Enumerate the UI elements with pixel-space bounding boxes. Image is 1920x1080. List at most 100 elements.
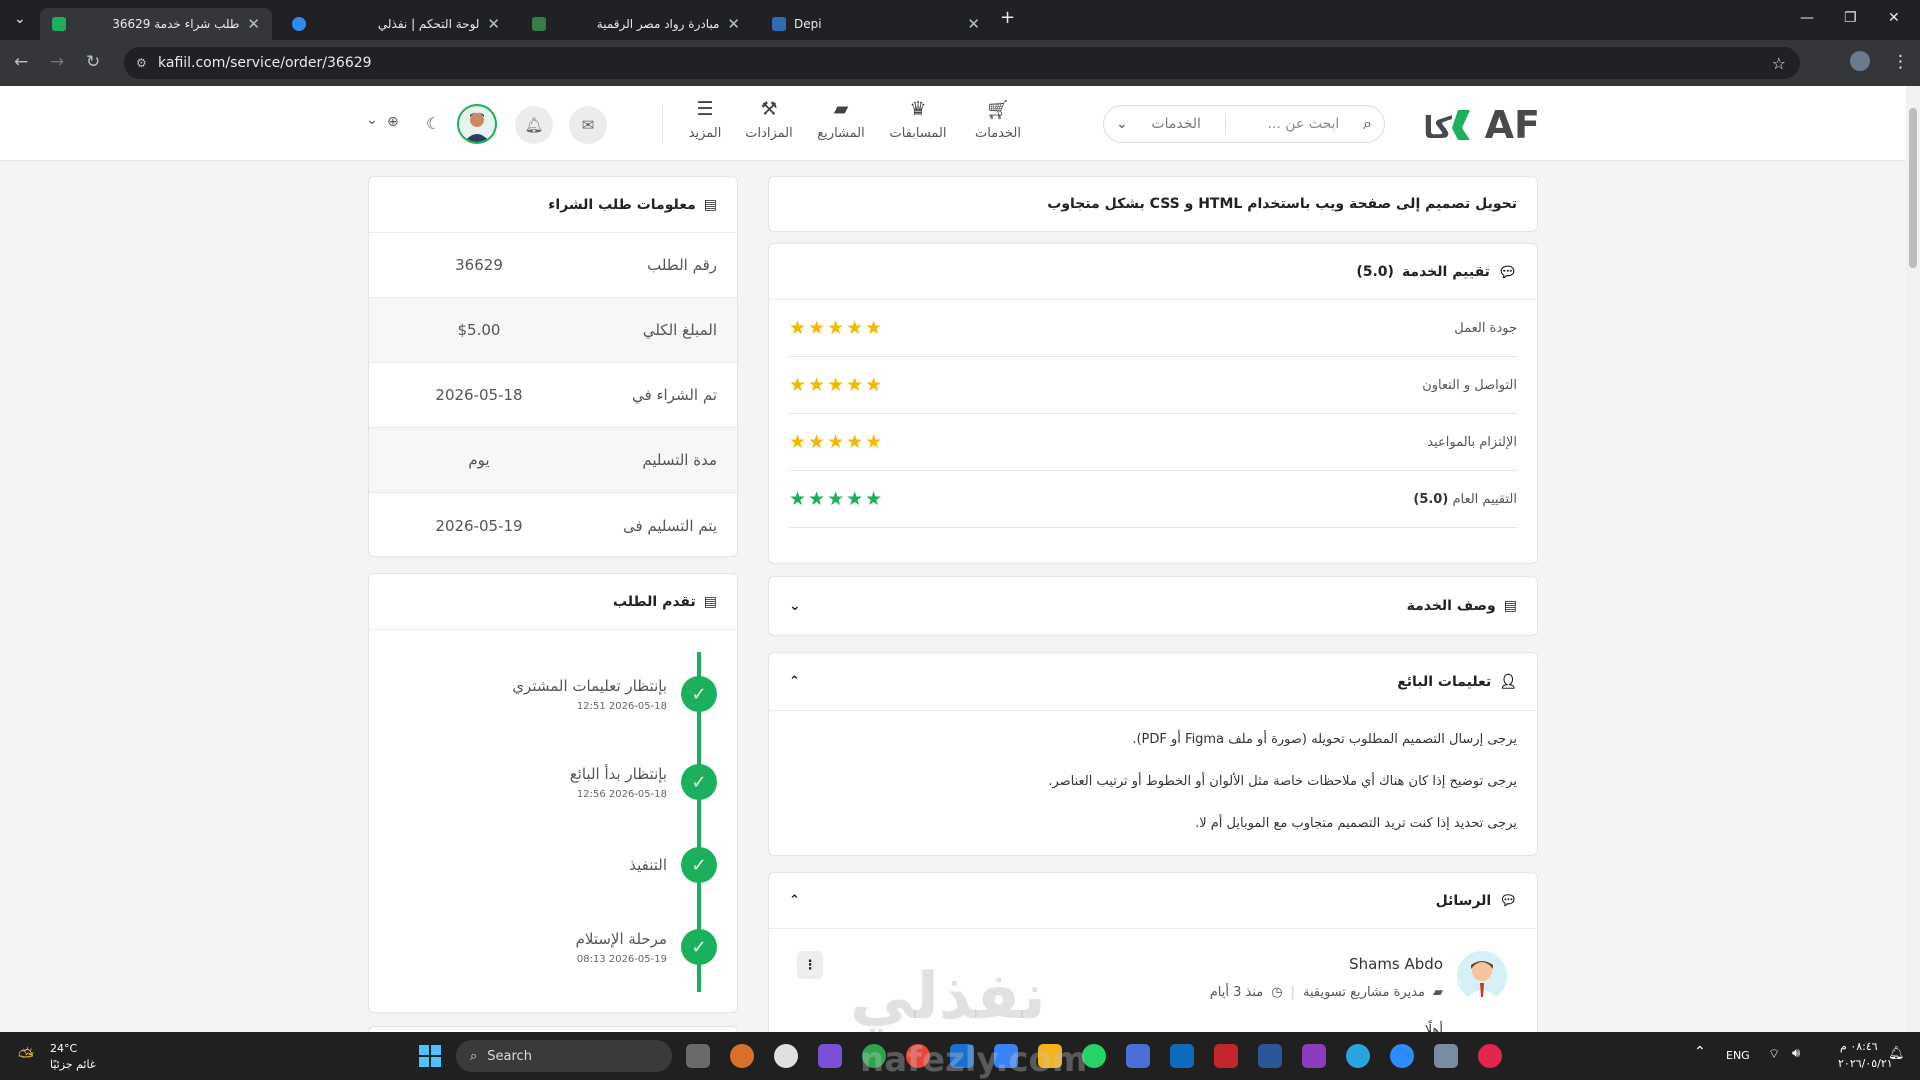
claude-app-icon[interactable] bbox=[730, 1044, 754, 1068]
search-icon[interactable]: ⌕ bbox=[1363, 114, 1372, 134]
notifications-button[interactable]: 🔔︎ bbox=[515, 106, 553, 144]
access-icon[interactable] bbox=[1214, 1044, 1238, 1068]
language-globe-icon[interactable]: ⊕ bbox=[387, 114, 399, 130]
instruction-line: يرجى توضيح إذا كان هناك أي ملاحظات خاصة … bbox=[1048, 774, 1517, 789]
nav-auctions[interactable]: ⚒ المزادات bbox=[742, 98, 796, 141]
comments-icon: 💬︎ bbox=[1499, 892, 1517, 909]
app-icon[interactable] bbox=[1126, 1044, 1150, 1068]
scrollbar-thumb[interactable] bbox=[1909, 108, 1917, 268]
media-player-icon[interactable] bbox=[1478, 1044, 1502, 1068]
instructions-header[interactable]: ⌃ تعليمات البائع 👤︎ bbox=[769, 653, 1537, 711]
svg-text:AF: AF bbox=[1485, 103, 1540, 146]
visual-studio-icon[interactable] bbox=[818, 1044, 842, 1068]
nav-more[interactable]: ☰ المزيد bbox=[682, 98, 728, 141]
camera-icon[interactable] bbox=[1434, 1044, 1458, 1068]
notification-bell-icon[interactable]: 🔔︎ bbox=[1888, 1046, 1905, 1061]
reload-icon[interactable]: ↻ bbox=[86, 52, 100, 72]
site-info-icon[interactable]: ⚙ bbox=[136, 56, 147, 70]
forward-icon[interactable]: → bbox=[50, 52, 64, 72]
wifi-icon[interactable]: ⌔ bbox=[1768, 1046, 1780, 1062]
close-icon[interactable]: ✕ bbox=[967, 15, 980, 33]
sender-name[interactable]: Shams Abdo bbox=[1349, 955, 1443, 973]
chevron-up-icon[interactable]: ⌃ bbox=[1694, 1044, 1706, 1060]
tab-search-icon[interactable]: ⌄ bbox=[14, 11, 26, 27]
trophy-icon: ♛ bbox=[909, 98, 927, 120]
user-avatar[interactable] bbox=[457, 104, 497, 144]
volume-icon[interactable]: 🔊︎ bbox=[1792, 1046, 1800, 1061]
window-close-icon[interactable]: ✕ bbox=[1888, 10, 1900, 26]
taskbar-search[interactable]: ⌕ Search bbox=[456, 1040, 672, 1072]
search-box[interactable]: ⌄ الخدمات ابحث عن ... ⌕ bbox=[1103, 105, 1385, 143]
purchase-date: 2026-05-18 bbox=[435, 386, 523, 404]
telegram-icon[interactable] bbox=[1346, 1044, 1370, 1068]
search-input[interactable]: ابحث عن ... bbox=[1249, 116, 1339, 132]
sender-role: مديرة مشاريع تسويقية bbox=[1302, 985, 1425, 1000]
rating-row-overall: ★★★★★ (5.0) التقييم العام bbox=[789, 471, 1517, 528]
clock-time[interactable]: ٠٨:٤٦ م bbox=[1840, 1040, 1878, 1053]
task-view-icon[interactable] bbox=[686, 1044, 710, 1068]
search-scope-select[interactable]: الخدمات bbox=[1151, 116, 1201, 132]
nav-services[interactable]: 🛒︎ الخدمات bbox=[972, 98, 1024, 141]
close-icon[interactable]: ✕ bbox=[727, 15, 740, 33]
star-rating: ★★★★★ bbox=[789, 431, 885, 453]
progress-header: تقدم الطلب ▤ bbox=[369, 574, 737, 630]
close-icon[interactable]: ✕ bbox=[487, 15, 500, 33]
seller-instructions-card: ⌃ تعليمات البائع 👤︎ يرجى إرسال التصميم ال… bbox=[768, 652, 1538, 856]
rating-title: تقييم الخدمة bbox=[1401, 263, 1490, 280]
page-scrollbar[interactable] bbox=[1906, 86, 1920, 1032]
chatgpt-app-icon[interactable] bbox=[774, 1044, 798, 1068]
chevron-up-icon[interactable]: ⌃ bbox=[789, 674, 800, 689]
nav-contests[interactable]: ♛ المسابقات bbox=[884, 98, 952, 141]
chevron-down-icon[interactable]: ⌄ bbox=[789, 598, 801, 614]
total-amount-row: $5.00 المبلغ الكلي bbox=[369, 298, 737, 363]
tab-initiative[interactable]: مبادرة رواد مصر الرقمية ✕ bbox=[520, 8, 752, 40]
close-icon[interactable]: ✕ bbox=[247, 15, 260, 33]
tab-order[interactable]: طلب شراء خدمة 36629 ✕ bbox=[40, 8, 272, 40]
sender-avatar[interactable] bbox=[1457, 951, 1507, 1001]
windows-start-icon[interactable] bbox=[418, 1044, 442, 1068]
progress-step: التنفيذ ✓ bbox=[629, 847, 717, 883]
nafezly-watermark-latin: nafezly.com bbox=[860, 1040, 1088, 1080]
back-icon[interactable]: ← bbox=[14, 52, 28, 72]
url-field[interactable]: ⚙ kafiil.com/service/order/36629 ☆ bbox=[124, 47, 1800, 79]
app-icon[interactable] bbox=[1302, 1044, 1326, 1068]
service-title[interactable]: تحويل تصميم إلى صفحة ويب باستخدام HTML و… bbox=[1047, 196, 1517, 212]
check-icon: ✓ bbox=[681, 847, 717, 883]
nav-label: المشاريع bbox=[817, 126, 865, 141]
tab-depi[interactable]: Depi ✕ bbox=[760, 8, 992, 40]
description-card[interactable]: ⌄ وصف الخدمة ▤ bbox=[768, 576, 1538, 636]
messages-button[interactable]: ✉ bbox=[569, 106, 607, 144]
profile-avatar[interactable] bbox=[1850, 51, 1870, 71]
delivery-duration: يوم bbox=[468, 451, 490, 469]
rating-row-communication: ★★★★★ التواصل و التعاون bbox=[789, 357, 1517, 414]
new-tab-button[interactable]: + bbox=[1000, 7, 1015, 28]
tab-title: طلب شراء خدمة 36629 bbox=[112, 17, 240, 31]
clock-date[interactable]: ٢٠٢٦/٠٥/٢١ bbox=[1838, 1057, 1893, 1070]
bookmark-star-icon[interactable]: ☆ bbox=[1772, 54, 1786, 73]
browser-menu-icon[interactable]: ⋮ bbox=[1892, 52, 1909, 72]
step-label: بإنتظار تعليمات المشتري bbox=[512, 676, 667, 695]
outlook-icon[interactable] bbox=[1170, 1044, 1194, 1068]
word-icon[interactable] bbox=[1258, 1044, 1282, 1068]
kafiil-logo[interactable]: AF كا bbox=[1396, 100, 1540, 146]
dark-mode-icon[interactable]: ☾ bbox=[426, 114, 440, 133]
service-title-card: تحويل تصميم إلى صفحة ويب باستخدام HTML و… bbox=[768, 176, 1538, 232]
input-language[interactable]: ENG bbox=[1726, 1049, 1750, 1062]
rating-label: التواصل و التعاون bbox=[1422, 377, 1517, 393]
minimize-icon[interactable]: — bbox=[1800, 10, 1814, 26]
initiative-favicon-icon bbox=[532, 17, 546, 31]
messages-header[interactable]: ⌃ الرسائل 💬︎ bbox=[769, 873, 1537, 929]
zoom-icon[interactable] bbox=[1390, 1044, 1414, 1068]
restore-icon[interactable]: ❐ bbox=[1844, 10, 1857, 26]
rating-header: (5.0) تقييم الخدمة 💬︎ bbox=[769, 244, 1537, 300]
progress-title: تقدم الطلب bbox=[612, 593, 696, 610]
chevron-down-icon[interactable]: ⌄ bbox=[366, 112, 378, 128]
chevron-up-icon[interactable]: ⌃ bbox=[789, 893, 800, 908]
weather-icon[interactable]: ⛅︎ bbox=[18, 1044, 34, 1068]
chevron-down-icon[interactable]: ⌄ bbox=[1116, 116, 1128, 132]
site-header: AF كا ⌄ الخدمات ابحث عن ... ⌕ 🛒︎ الخدمات … bbox=[0, 86, 1920, 161]
overall-score: (5.0) bbox=[1413, 491, 1449, 507]
nav-projects[interactable]: ▰ المشاريع bbox=[812, 98, 870, 141]
message-options-button[interactable]: ⋮ bbox=[797, 951, 823, 979]
tab-dashboard[interactable]: لوحة التحكم | نفذلي ✕ bbox=[280, 8, 512, 40]
